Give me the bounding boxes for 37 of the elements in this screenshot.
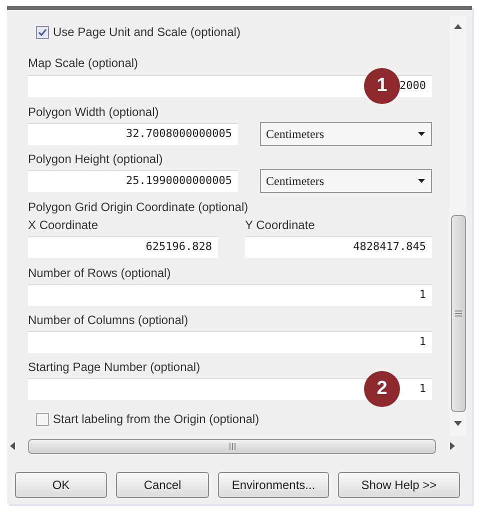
scroll-up-icon[interactable]	[454, 24, 462, 29]
input-field[interactable]: 1	[28, 331, 432, 353]
field-label: Starting Page Number (optional)	[28, 360, 202, 375]
field-label: Y Coordinate	[245, 218, 315, 233]
field-label: Polygon Width (optional)	[28, 105, 160, 120]
scrollbar-thumb[interactable]	[28, 438, 436, 454]
checkbox-label: Start labeling from the Origin (optional)	[53, 412, 260, 426]
input-field[interactable]: 1	[28, 284, 432, 306]
callout-badge: 1	[364, 68, 400, 104]
scroll-down-icon[interactable]	[454, 421, 462, 426]
grip-icon	[454, 310, 462, 317]
scrollbar-thumb[interactable]	[450, 215, 466, 412]
dropdown-caret-icon	[418, 179, 425, 183]
checkbox-label: Use Page Unit and Scale (optional)	[53, 24, 240, 40]
field-label: Map Scale (optional)	[28, 56, 140, 71]
grip-icon	[228, 442, 236, 450]
field-label: Polygon Grid Origin Coordinate (optional)	[28, 200, 250, 215]
checkbox[interactable]	[36, 412, 49, 426]
input-field[interactable]: 32.7008000000005	[28, 123, 238, 145]
field-label: X Coordinate	[28, 218, 100, 233]
checkbox[interactable]	[36, 26, 49, 38]
callout-badge: 2	[364, 371, 400, 407]
field-label: Number of Columns (optional)	[28, 313, 190, 328]
dialog-button[interactable]: OK	[15, 472, 107, 498]
scroll-left-icon[interactable]	[10, 442, 15, 450]
dropdown-caret-icon	[418, 132, 425, 136]
field-label: Number of Rows (optional)	[28, 266, 172, 281]
field-label: Polygon Height (optional)	[28, 152, 164, 167]
unit-dropdown[interactable]: Centimeters	[260, 169, 432, 193]
unit-dropdown[interactable]: Centimeters	[260, 122, 432, 146]
input-field[interactable]: 4828417.845	[245, 236, 432, 258]
dialog-button[interactable]: Show Help >>	[338, 472, 460, 498]
scroll-right-icon[interactable]	[450, 442, 455, 450]
input-field[interactable]: 625196.828	[28, 236, 218, 258]
dialog-button[interactable]: Environments...	[218, 472, 329, 498]
input-field[interactable]: 25.1990000000005	[28, 170, 238, 192]
dialog-button[interactable]: Cancel	[116, 472, 209, 498]
